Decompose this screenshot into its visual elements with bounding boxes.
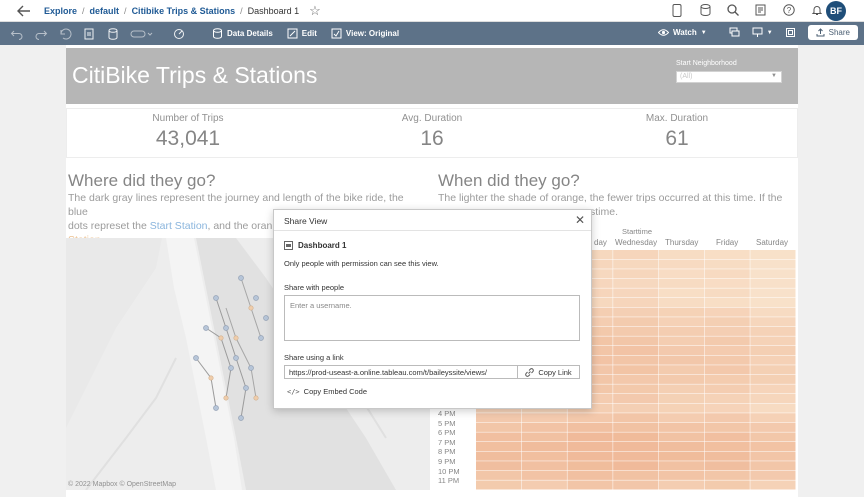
watch-label: Watch [673, 28, 697, 37]
data-details-button[interactable]: Data Details [212, 28, 273, 39]
copy-link-label: Copy Link [538, 367, 572, 377]
fullscreen-icon[interactable] [785, 27, 796, 38]
close-icon[interactable]: ✕ [575, 213, 585, 227]
dashboard-icon [284, 241, 293, 250]
username-placeholder: Enter a username. [290, 301, 352, 310]
bell-icon[interactable] [810, 3, 824, 17]
mobile-icon[interactable] [670, 3, 684, 17]
refresh-icon[interactable] [82, 27, 96, 41]
permission-note: Only people with permission can see this… [284, 259, 439, 268]
edit-icon [287, 28, 298, 39]
pause-updates-icon[interactable] [106, 27, 120, 41]
revert-icon[interactable] [58, 27, 72, 41]
copy-embed-code-button[interactable]: </> Copy Embed Code [287, 387, 367, 396]
chevron-down-icon: ▼ [766, 29, 773, 36]
data-details-label: Data Details [227, 29, 273, 38]
breadcrumb-explore[interactable]: Explore [44, 6, 77, 16]
top-nav: Explore / default / Citibike Trips & Sta… [0, 0, 864, 22]
notes-icon[interactable] [754, 3, 768, 17]
share-button[interactable]: Share [807, 25, 858, 40]
database-icon[interactable] [698, 3, 712, 17]
breadcrumb: Explore / default / Citibike Trips & Sta… [44, 6, 299, 16]
dialog-divider [274, 230, 591, 231]
view-original-button[interactable]: View: Original [331, 28, 399, 39]
share-view-dialog: Share View ✕ Dashboard 1 Only people wit… [273, 209, 592, 409]
share-icon [816, 28, 825, 37]
share-label: Share [828, 28, 850, 37]
view-name-label: Dashboard 1 [298, 241, 347, 250]
breadcrumb-dashboard: Dashboard 1 [247, 5, 300, 16]
breadcrumb-workbook[interactable]: Citibike Trips & Stations [132, 6, 236, 16]
link-icon [525, 367, 535, 377]
edit-button[interactable]: Edit [287, 28, 317, 39]
dialog-title: Share View [284, 216, 328, 226]
breadcrumb-separator: / [82, 5, 85, 16]
share-link-field[interactable]: https://prod-useast-a.online.tableau.com… [284, 365, 518, 379]
copy-link-button[interactable]: Copy Link [518, 365, 580, 379]
eye-icon [658, 29, 670, 36]
view-icon [331, 28, 342, 39]
code-icon: </> [287, 387, 300, 396]
search-icon[interactable] [726, 3, 740, 17]
favorite-star-icon[interactable]: ☆ [309, 3, 321, 19]
watch-button[interactable]: Watch ▼ [658, 27, 707, 38]
breadcrumb-separator: / [240, 5, 243, 16]
breadcrumb-default[interactable]: default [90, 6, 120, 16]
view-label: View: Original [345, 29, 400, 38]
redo-icon[interactable] [34, 27, 48, 41]
username-input[interactable]: Enter a username. [284, 295, 580, 341]
comments-icon[interactable] [729, 27, 740, 38]
breadcrumb-separator: / [124, 5, 127, 16]
edit-label: Edit [301, 29, 317, 38]
avatar[interactable]: BF [826, 1, 846, 21]
share-link-label: Share using a link [284, 353, 344, 362]
back-arrow-icon[interactable] [16, 3, 32, 19]
undo-icon[interactable] [10, 27, 24, 41]
metrics-icon[interactable] [172, 27, 186, 41]
chevron-down-icon: ▼ [700, 29, 707, 36]
database-icon [213, 28, 222, 39]
download-icon[interactable]: ▼ [752, 27, 773, 38]
shared-view-name: Dashboard 1 [284, 241, 346, 250]
share-people-label: Share with people [284, 283, 345, 292]
toolbar: Data Details Edit View: Original Watch ▼… [0, 22, 864, 45]
copy-embed-label: Copy Embed Code [303, 387, 368, 396]
pill-toggle-icon[interactable] [130, 27, 154, 41]
help-icon[interactable]: ? [782, 3, 796, 17]
svg-text:?: ? [787, 6, 792, 15]
